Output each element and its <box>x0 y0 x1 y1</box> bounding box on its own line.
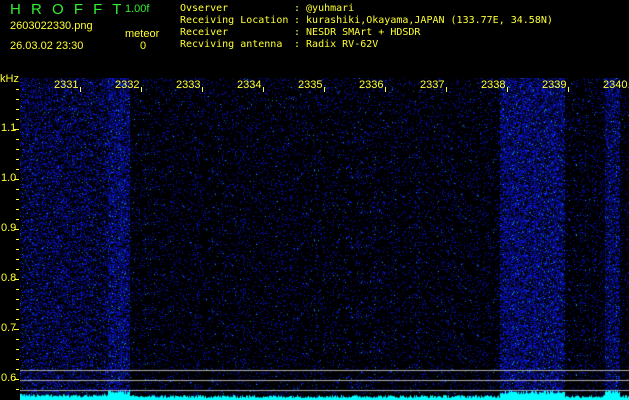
receiver-label: Receiver <box>180 27 229 38</box>
y-tick <box>16 219 19 220</box>
x-tick <box>80 87 81 92</box>
axis-unit: kHz <box>0 73 19 85</box>
x-tick-label: 2337 <box>420 79 445 91</box>
antenna-value: : Radix RV-62V <box>294 39 379 50</box>
observer-label: Ovserver <box>180 3 229 14</box>
y-tick <box>16 189 19 190</box>
location-value: : kurashiki,Okayama,JAPAN (133.77E, 34.5… <box>294 15 553 26</box>
y-tick-label: 0.6 <box>1 372 17 384</box>
y-tick-label: 0.7 <box>1 322 17 334</box>
x-tick <box>507 87 508 92</box>
datetime-label: 26.03.02 23:30 <box>10 40 84 52</box>
y-tick <box>16 119 19 120</box>
x-tick <box>202 87 203 92</box>
y-tick <box>16 339 19 340</box>
y-tick <box>16 109 19 110</box>
x-tick-label: 2338 <box>481 79 506 91</box>
filename-label: 2603022330.png <box>10 20 93 32</box>
x-tick <box>263 87 264 92</box>
x-tick-label: 2334 <box>237 79 262 91</box>
y-tick <box>14 279 19 280</box>
y-tick <box>16 309 19 310</box>
x-tick-label: 2336 <box>359 79 384 91</box>
y-tick-label: 0.8 <box>1 272 17 284</box>
x-tick-label: 2333 <box>176 79 201 91</box>
y-tick <box>16 319 19 320</box>
y-tick <box>16 269 19 270</box>
receiver-value: : NESDR SMArt + HDSDR <box>294 27 421 38</box>
y-tick <box>14 379 19 380</box>
y-tick <box>16 299 19 300</box>
location-label: Receiving Location <box>180 15 289 26</box>
y-tick <box>16 209 19 210</box>
y-tick <box>14 229 19 230</box>
y-tick <box>16 359 19 360</box>
antenna-label: Recviving antenna <box>180 39 283 50</box>
y-tick <box>16 349 19 350</box>
x-tick <box>141 87 142 92</box>
y-tick <box>16 259 19 260</box>
x-tick-label: 2340 <box>603 79 628 91</box>
x-tick-label: 2335 <box>298 79 323 91</box>
y-tick <box>16 99 19 100</box>
x-tick <box>324 87 325 92</box>
y-tick <box>14 329 19 330</box>
x-tick <box>568 87 569 92</box>
x-tick-label: 2339 <box>542 79 567 91</box>
info-labels: Ovserver Receiving Location Receiver Recviv… <box>180 3 288 51</box>
x-tick-label: 2331 <box>54 79 79 91</box>
observer-value: : @yuhmari <box>294 3 355 14</box>
y-tick-label: 0.9 <box>1 222 17 234</box>
version-label: 1.00f <box>125 3 150 15</box>
app-logo: H R O F F T <box>10 1 125 18</box>
spectrogram <box>20 78 629 400</box>
x-tick <box>446 87 447 92</box>
meteor-label: meteor <box>125 28 160 40</box>
y-tick <box>14 179 19 180</box>
y-tick <box>16 199 19 200</box>
y-tick-label: 1.1 <box>1 122 17 134</box>
y-tick <box>16 169 19 170</box>
info-values: : @yuhmari: kurashiki,Okayama,JAPAN (133… <box>294 3 553 51</box>
y-tick <box>16 139 19 140</box>
y-tick <box>16 389 19 390</box>
y-tick-label: 1.0 <box>1 172 17 184</box>
y-tick <box>16 249 19 250</box>
meteor-count: 0 <box>140 40 147 52</box>
y-tick <box>16 289 19 290</box>
y-tick <box>16 369 19 370</box>
y-tick <box>14 129 19 130</box>
x-tick <box>385 87 386 92</box>
y-tick <box>16 239 19 240</box>
y-tick <box>16 89 19 90</box>
y-tick <box>16 159 19 160</box>
x-tick-label: 2332 <box>115 79 140 91</box>
y-tick <box>16 149 19 150</box>
